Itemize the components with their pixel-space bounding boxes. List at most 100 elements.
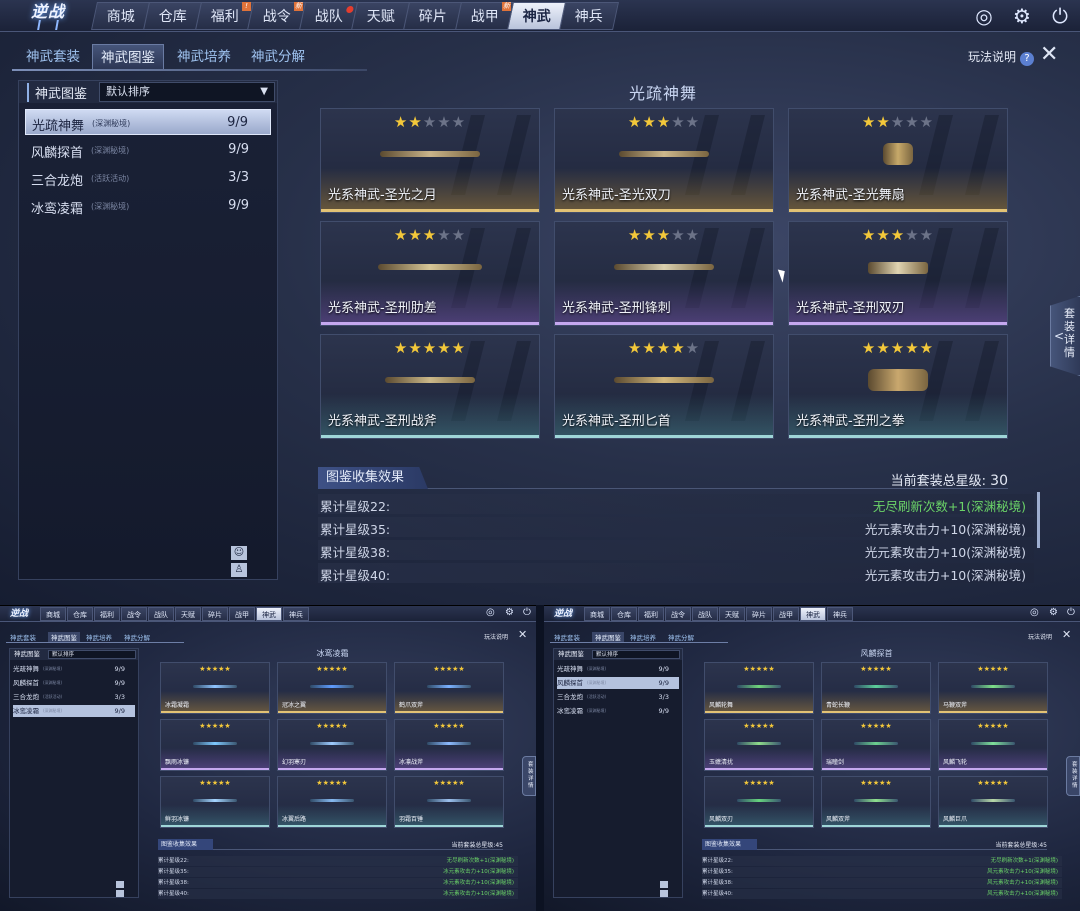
mini-nav-tab[interactable]: 神兵	[283, 607, 309, 621]
mini-subtab[interactable]: 神武分解	[124, 632, 150, 642]
mini-subtab[interactable]: 神武分解	[668, 632, 694, 642]
set-list-item[interactable]: 光疏神舞 (深渊秘境) 9/9	[25, 109, 271, 135]
mini-sort-dropdown[interactable]: 默认排序	[48, 650, 136, 659]
mini-weapon-card[interactable]: ★★★★★ 玉嬷清扰	[704, 719, 814, 771]
nav-tab-3[interactable]: 战令新	[247, 2, 307, 30]
mini-nav-tab[interactable]: 商城	[584, 607, 610, 621]
mini-nav-tab[interactable]: 碎片	[746, 607, 772, 621]
mini-weapon-card[interactable]: ★★★★★ 冠冰之翼	[277, 662, 387, 714]
figure-icon[interactable]	[116, 890, 124, 897]
mini-subtab[interactable]: 神武套装	[554, 632, 580, 642]
mini-nav-tab[interactable]: 神兵	[827, 607, 853, 621]
mini-set-list-item[interactable]: 三合龙炮 (活跃活动) 3/3	[557, 691, 679, 703]
gear-icon[interactable]: ⚙	[1010, 4, 1034, 28]
weapon-card[interactable]: ★★★★★ 光系神武-圣光舞扇	[788, 108, 1008, 213]
mini-nav-tab[interactable]: 商城	[40, 607, 66, 621]
mini-weapon-card[interactable]: ★★★★★ 风麟轮舞	[704, 662, 814, 714]
mini-nav-tab[interactable]: 仓库	[67, 607, 93, 621]
mini-weapon-card[interactable]: ★★★★★ 冰凛战斧	[394, 719, 504, 771]
mini-weapon-card[interactable]: ★★★★★ 瑞瞳剑	[821, 719, 931, 771]
mini-nav-tab[interactable]: 战甲	[229, 607, 255, 621]
compass-icon[interactable]: ◎	[1030, 607, 1039, 618]
weapon-card[interactable]: ★★★★★ 光系神武-圣刑匕首	[554, 334, 774, 439]
weapon-card[interactable]: ★★★★★ 光系神武-圣刑锋刺	[554, 221, 774, 326]
mini-nav-tab[interactable]: 碎片	[202, 607, 228, 621]
nav-tab-7[interactable]: 战甲新	[455, 2, 515, 30]
mini-set-details-tab[interactable]: 套装详情	[1066, 756, 1080, 796]
nav-tab-1[interactable]: 仓库	[143, 2, 203, 30]
set-list-item[interactable]: 三合龙炮 (活跃活动) 3/3	[25, 165, 271, 191]
mini-set-list-item[interactable]: 光疏神舞 (深渊秘境) 9/9	[13, 663, 135, 675]
smile-icon[interactable]	[116, 881, 124, 888]
nav-tab-9[interactable]: 神兵	[559, 2, 619, 30]
weapon-card[interactable]: ★★★★★ 光系神武-圣光双刀	[554, 108, 774, 213]
mini-weapon-card[interactable]: ★★★★★ 冰翼后路	[277, 776, 387, 828]
mini-weapon-card[interactable]: ★★★★★ 风麟双斧	[821, 776, 931, 828]
mini-weapon-card[interactable]: ★★★★★ 鹤爪双斧	[394, 662, 504, 714]
effects-scrollbar[interactable]	[1037, 492, 1040, 548]
mini-nav-tab[interactable]: 战甲	[773, 607, 799, 621]
subtab-3[interactable]: 神武分解	[242, 44, 314, 70]
mini-weapon-card[interactable]: ★★★★★ 风麟双刃	[704, 776, 814, 828]
mini-nav-tab[interactable]: 战队	[148, 607, 174, 621]
mini-set-list-item[interactable]: 风麟探首 (深渊秘境) 9/9	[557, 677, 679, 689]
mini-nav-tab[interactable]: 福利	[94, 607, 120, 621]
mini-weapon-card[interactable]: ★★★★★ 风麟飞轮	[938, 719, 1048, 771]
mini-subtab[interactable]: 神武套装	[10, 632, 36, 642]
subtab-2[interactable]: 神武培养	[170, 44, 238, 70]
mini-weapon-card[interactable]: ★★★★★ 风麟巨爪	[938, 776, 1048, 828]
gear-icon[interactable]: ⚙	[1049, 607, 1058, 618]
sort-dropdown[interactable]: 默认排序 ▼	[99, 82, 275, 102]
mini-weapon-card[interactable]: ★★★★★ 冰霜凝霜	[160, 662, 270, 714]
smile-icon[interactable]: ☺	[231, 546, 247, 560]
mini-weapon-card[interactable]: ★★★★★ 马鞭双斧	[938, 662, 1048, 714]
subtab-1[interactable]: 神武图鉴	[92, 44, 164, 70]
mini-set-details-tab[interactable]: 套装详情	[522, 756, 536, 796]
weapon-card[interactable]: ★★★★★ 光系神武-圣刑之拳	[788, 334, 1008, 439]
compass-icon[interactable]: ◎	[486, 607, 495, 618]
subtab-0[interactable]: 神武套装	[18, 44, 88, 70]
mini-weapon-card[interactable]: ★★★★★ 鲜羽冰镰	[160, 776, 270, 828]
nav-tab-4[interactable]: 战队	[299, 2, 359, 30]
power-icon[interactable]: ⏻	[1048, 4, 1072, 28]
mini-subtab[interactable]: 神武培养	[86, 632, 112, 642]
set-details-tab[interactable]: < 套装详情	[1050, 296, 1080, 376]
nav-tab-0[interactable]: 商城	[91, 2, 151, 30]
close-icon[interactable]: ✕	[1062, 628, 1071, 641]
mini-weapon-card[interactable]: ★★★★★ 羽霜百锤	[394, 776, 504, 828]
mini-set-list-item[interactable]: 冰鸾凌霜 (深渊秘境) 9/9	[557, 705, 679, 717]
weapon-card[interactable]: ★★★★★ 光系神武-圣光之月	[320, 108, 540, 213]
weapon-card[interactable]: ★★★★★ 光系神武-圣刑双刃	[788, 221, 1008, 326]
mini-subtab[interactable]: 神武图鉴	[592, 632, 624, 642]
mini-set-list-item[interactable]: 冰鸾凌霜 (深渊秘境) 9/9	[13, 705, 135, 717]
close-icon[interactable]: ✕	[1040, 42, 1058, 67]
help-link[interactable]: 玩法说明?	[968, 48, 1035, 66]
mini-help-link[interactable]: 玩法说明	[1028, 632, 1052, 641]
mini-subtab[interactable]: 神武培养	[630, 632, 656, 642]
close-icon[interactable]: ✕	[518, 628, 527, 641]
nav-tab-8[interactable]: 神武	[507, 2, 567, 30]
set-list-item[interactable]: 冰鸾凌霜 (深渊秘境) 9/9	[25, 193, 271, 219]
smile-icon[interactable]	[660, 881, 668, 888]
mini-nav-tab[interactable]: 战令	[121, 607, 147, 621]
weapon-card[interactable]: ★★★★★ 光系神武-圣刑战斧	[320, 334, 540, 439]
mini-nav-tab[interactable]: 战令	[665, 607, 691, 621]
mini-nav-tab[interactable]: 战队	[692, 607, 718, 621]
mini-set-list-item[interactable]: 光疏神舞 (深渊秘境) 9/9	[557, 663, 679, 675]
gear-icon[interactable]: ⚙	[505, 607, 514, 618]
mini-weapon-card[interactable]: ★★★★★ 幻羽寒刃	[277, 719, 387, 771]
mini-weapon-card[interactable]: ★★★★★ 飘雨冰镰	[160, 719, 270, 771]
mini-nav-tab[interactable]: 神武	[800, 607, 826, 621]
power-icon[interactable]: ⏻	[523, 607, 531, 618]
mini-nav-tab[interactable]: 天赋	[175, 607, 201, 621]
mini-nav-tab[interactable]: 神武	[256, 607, 282, 621]
mini-subtab[interactable]: 神武图鉴	[48, 632, 80, 642]
set-list-item[interactable]: 风麟探首 (深渊秘境) 9/9	[25, 137, 271, 163]
mini-nav-tab[interactable]: 天赋	[719, 607, 745, 621]
mini-set-list-item[interactable]: 风麟探首 (深渊秘境) 9/9	[13, 677, 135, 689]
mini-nav-tab[interactable]: 福利	[638, 607, 664, 621]
mini-help-link[interactable]: 玩法说明	[484, 632, 508, 641]
nav-tab-5[interactable]: 天赋	[351, 2, 411, 30]
compass-icon[interactable]: ◎	[972, 4, 996, 28]
nav-tab-6[interactable]: 碎片	[403, 2, 463, 30]
